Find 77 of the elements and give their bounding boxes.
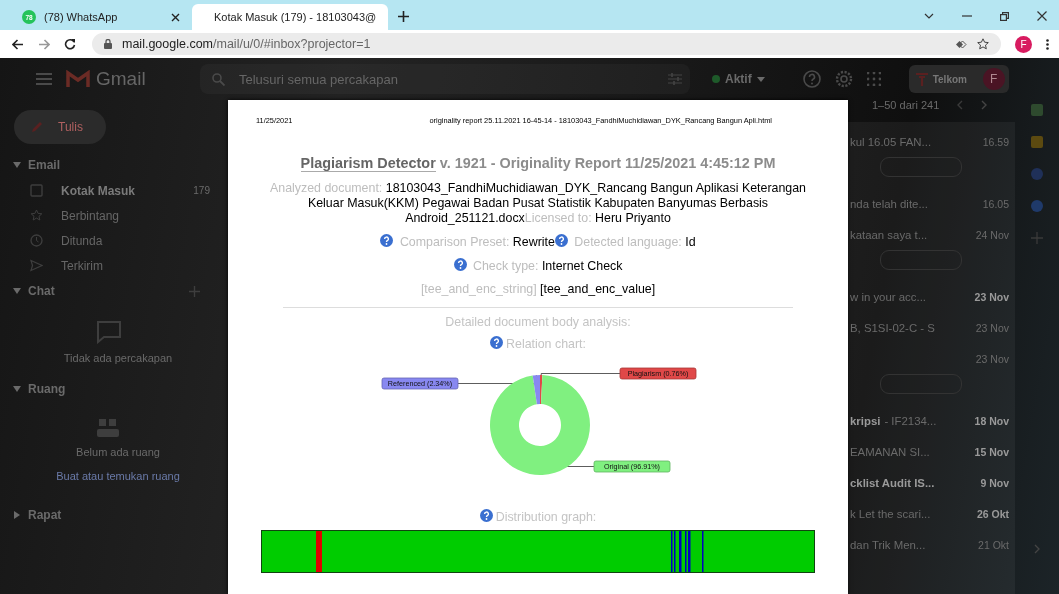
mail-snippet: nda telah dite... — [850, 197, 928, 210]
mail-snippet: EAMANAN SI... — [850, 445, 930, 458]
document-info-text: Analyzed document: 18103043_FandhiMuchidiawan_DYK_Rancang Bangun Aplikasi Keterangan Keluar Masuk(KKM) Pegawai Badan Pusat Statistik Kabupaten Banyumas Berbasis Android_251121.docxLicensed to: Heru Priyanto — [269, 181, 807, 226]
mail-row[interactable]: cklist Audit IS... 9 Nov — [848, 467, 1015, 498]
report-title: v. 1921 - Originality Report 11/25/2021 4:45:12 PM — [439, 155, 776, 172]
mail-row[interactable]: w in your acc... 23 Nov — [848, 281, 1015, 312]
browser-tab[interactable]: Kotak Masuk (179) - 18103043@ — [192, 4, 388, 30]
mail-row[interactable]: EAMANAN SI... 15 Nov — [848, 436, 1015, 467]
mail-row[interactable]: kripsi - IF2134... 18 Nov — [848, 405, 1015, 436]
mail-date: 9 Nov — [980, 476, 1009, 489]
gmail-logo-text: Gmail — [96, 68, 147, 90]
mail-row[interactable]: kataan saya t... 24 Nov — [848, 219, 1015, 281]
empty-spaces-text: Belum ada ruang — [76, 446, 160, 458]
search-bar[interactable]: Telusuri semua percakapan — [200, 64, 690, 94]
field-value: Internet Check — [541, 259, 623, 273]
mail-row[interactable]: dan Trik Men... 21 Okt — [848, 529, 1015, 560]
folder-item[interactable]: Kotak Masuk 179 — [8, 178, 210, 203]
find-spaces-link[interactable]: Buat atau temukan ruang — [56, 470, 180, 482]
compose-button[interactable]: Tulis — [14, 110, 106, 144]
section-title[interactable]: Rapat — [28, 508, 62, 522]
section-title[interactable]: Email — [28, 158, 60, 172]
folder-label: Berbintang — [61, 208, 120, 223]
mail-row[interactable]: 23 Nov — [848, 343, 1015, 405]
mail-date: 23 Nov — [975, 352, 1009, 365]
mail-snippet: kataan saya t... — [850, 228, 928, 241]
tab-title: (78) WhatsApp — [44, 11, 119, 23]
section-title[interactable]: Chat — [28, 284, 55, 298]
unread-count: 179 — [193, 185, 210, 196]
profile-avatar[interactable]: F — [1015, 35, 1032, 53]
status-button[interactable]: Aktif — [704, 69, 773, 89]
mail-row[interactable]: nda telah dite... 16.05 — [848, 188, 1015, 219]
folder-item[interactable]: Ditunda — [8, 228, 210, 253]
folder-label: Ditunda — [61, 233, 103, 248]
mail-date: 15 Nov — [974, 445, 1009, 458]
folder-item[interactable]: Berbintang — [8, 203, 210, 228]
folder-item[interactable]: Terkirim — [8, 253, 210, 278]
field-label: Comparison Preset: — [399, 235, 510, 249]
folder-label: Terkirim — [61, 258, 103, 273]
mail-snippet: k Let the scari... — [850, 507, 931, 520]
mail-row[interactable]: B, S1SI-02-C - S 23 Nov — [848, 312, 1015, 343]
empty-chat-text: Tidak ada percakapan — [63, 352, 173, 364]
mail-date: 16.59 — [982, 135, 1009, 148]
mail-date: 21 Okt — [978, 538, 1009, 551]
tab-title: Kotak Masuk (179) - 18103043@ — [214, 11, 377, 23]
mail-snippet: kul 16.05 FAN... — [850, 135, 932, 148]
field-label: Detected language: — [574, 235, 682, 249]
mail-snippet: dan Trik Men... — [850, 538, 926, 551]
field-value: Rewrite — [512, 235, 555, 249]
mail-snippet: w in your acc... — [850, 290, 926, 303]
section-title: Detailed document body analysis: — [445, 315, 631, 329]
organization-name: Telkom — [932, 73, 968, 85]
address-bar[interactable]: mail.google.com/mail/u/0/#inbox?projector=1 — [92, 33, 1001, 55]
folder-label: Kotak Masuk — [61, 183, 136, 198]
document-info-text: [tee_and_enc_string] [tee_and_enc_value] — [419, 282, 657, 297]
organization-card[interactable]: Telkom F — [908, 65, 1009, 93]
mail-subject: kripsi — [850, 414, 881, 427]
mail-date: 16.05 — [982, 197, 1009, 210]
mail-snippet: - IF2134... — [884, 414, 937, 427]
mail-row[interactable]: kul 16.05 FAN... 16.59 — [848, 126, 1015, 188]
search-input[interactable]: Telusuri semua percakapan — [237, 70, 491, 88]
field-label: Check type: — [473, 259, 539, 273]
mail-date: 23 Nov — [974, 290, 1009, 303]
field-value: Id — [685, 235, 696, 249]
account-avatar[interactable]: F — [982, 68, 1005, 90]
page-range: 1–50 dari 241 — [872, 99, 940, 111]
chart-title: Distribution graph: — [495, 510, 597, 524]
section-title[interactable]: Ruang — [28, 382, 66, 396]
chart-title: Relation chart: — [506, 337, 586, 351]
mail-date: 26 Okt — [976, 507, 1009, 520]
mail-date: 24 Nov — [975, 228, 1009, 241]
mail-date: 23 Nov — [975, 321, 1009, 334]
mail-snippet: B, S1SI-02-C - S — [850, 321, 935, 334]
mail-date: 18 Nov — [974, 414, 1009, 427]
mail-subject: cklist Audit IS... — [850, 476, 935, 489]
product-link[interactable]: Plagiarism Detector — [300, 155, 436, 172]
mail-row[interactable]: k Let the scari... 26 Okt — [848, 498, 1015, 529]
url-text: mail.google.com/mail/u/0/#inbox?projector=1 — [122, 37, 371, 51]
